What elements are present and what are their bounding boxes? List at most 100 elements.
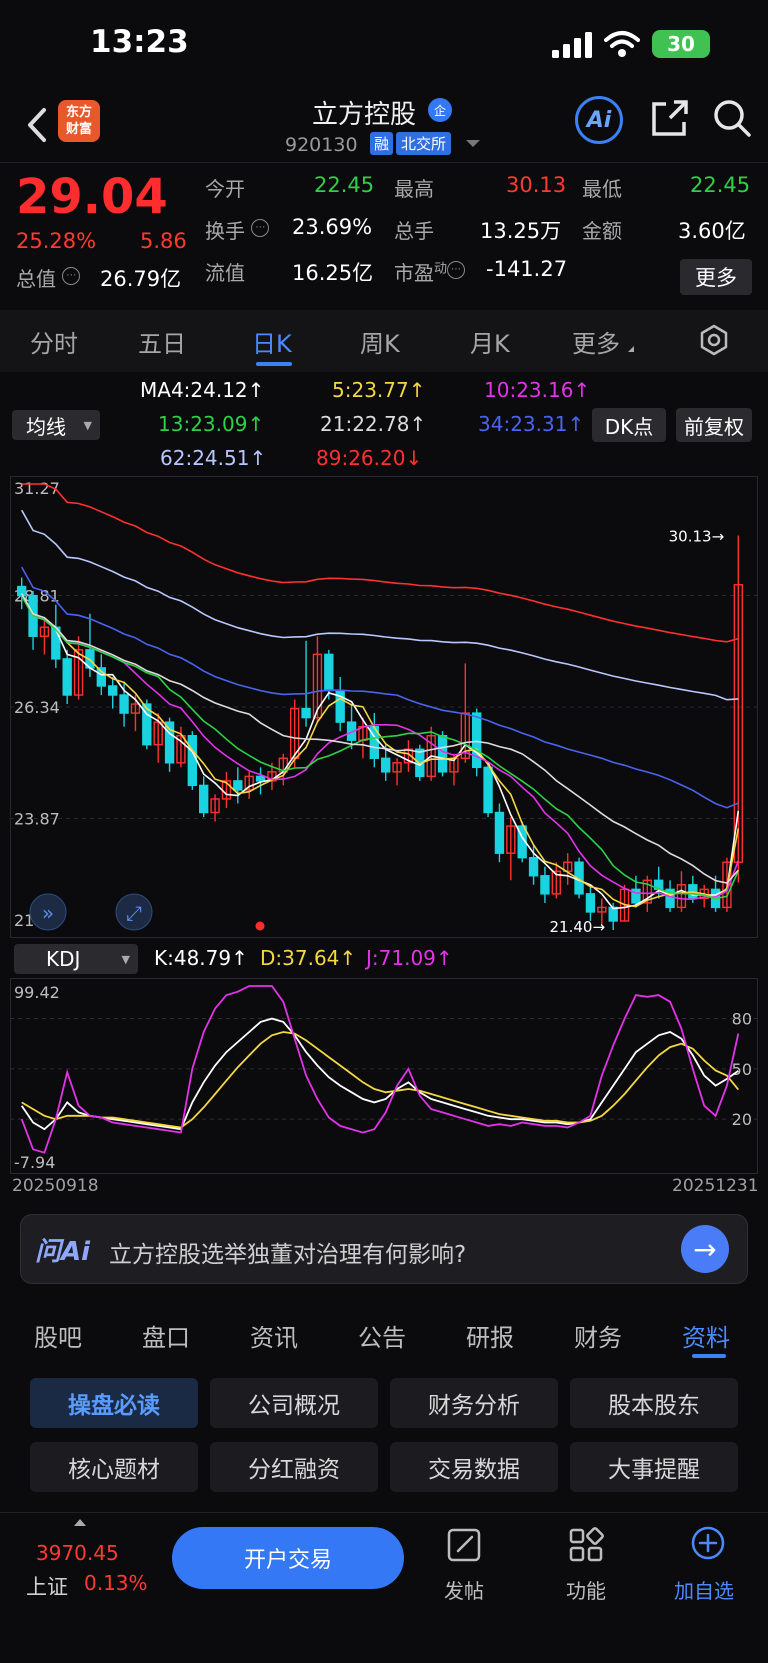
- kdj-legend: KDJ ▼ K:48.79↑ D:37.64↑ J:71.09↑: [0, 942, 768, 976]
- ma-line: [21, 483, 739, 643]
- code-dropdown-icon[interactable]: [466, 140, 480, 147]
- grid-must-read[interactable]: 操盘必读: [30, 1378, 198, 1428]
- grid-events[interactable]: 大事提醒: [570, 1442, 738, 1492]
- tab-news[interactable]: 资讯: [250, 1318, 298, 1353]
- tab-forum[interactable]: 股吧: [34, 1318, 82, 1353]
- grid-financial-analysis[interactable]: 财务分析: [390, 1378, 558, 1428]
- low-value: 22.45: [690, 173, 751, 197]
- stock-name: 立方控股: [312, 100, 417, 130]
- ma-line: [21, 509, 739, 701]
- search-icon[interactable]: [712, 98, 752, 138]
- grid-trade-data[interactable]: 交易数据: [390, 1442, 558, 1492]
- ma-item: 89:26.20↓: [316, 446, 423, 470]
- tab-orderbook[interactable]: 盘口: [142, 1318, 190, 1353]
- candle-body: [233, 780, 243, 791]
- market-cap: 26.79亿: [100, 267, 182, 291]
- change-percent: 25.28%: [16, 229, 97, 253]
- adjust-button[interactable]: 前复权: [676, 408, 752, 442]
- post-label[interactable]: 发帖: [444, 1575, 484, 1604]
- volume-label: 总手: [394, 219, 434, 243]
- tab-more[interactable]: 更多: [572, 324, 620, 359]
- kdj-d-value: D:37.64↑: [260, 946, 357, 970]
- logo-line-2: 财富: [65, 122, 92, 137]
- app-logo[interactable]: 东方 财富: [58, 100, 100, 142]
- indicator-selector[interactable]: KDJ ▼: [14, 944, 138, 974]
- add-watchlist-icon[interactable]: [690, 1525, 726, 1561]
- enterprise-badge-icon: 企: [428, 98, 452, 122]
- index-change[interactable]: 0.13%: [84, 1571, 148, 1595]
- grid-shareholders[interactable]: 股本股东: [570, 1378, 738, 1428]
- ma-item: 10:23.16↑: [484, 378, 591, 402]
- chevrons-right-icon-glyph: »: [42, 901, 54, 925]
- kdj-line: [20, 1017, 739, 1131]
- ma-item: 62:24.51↑: [160, 446, 267, 470]
- kdj-y-tick: 80: [732, 1010, 752, 1029]
- caret-up-icon[interactable]: [74, 1519, 86, 1526]
- tab-announcements[interactable]: 公告: [358, 1318, 406, 1353]
- tab-five-day[interactable]: 五日: [138, 324, 186, 359]
- expand-icon-glyph: ⤢: [126, 901, 142, 925]
- tab-weekly-k[interactable]: 周K: [360, 324, 400, 359]
- function-label[interactable]: 功能: [566, 1575, 606, 1604]
- candle-body: [199, 784, 209, 814]
- ai-button[interactable]: Ai: [575, 96, 623, 144]
- ma-item: 5:23.77↑: [332, 378, 426, 402]
- info-icon[interactable]: ⋯: [251, 219, 270, 238]
- index-value[interactable]: 3970.45: [36, 1541, 119, 1565]
- candle-body: [324, 653, 334, 692]
- gear-icon[interactable]: [698, 324, 730, 356]
- grid-company-overview[interactable]: 公司概况: [210, 1378, 378, 1428]
- kdj-j-value: J:71.09↑: [366, 946, 453, 970]
- y-tick-label: 23.87: [14, 810, 60, 829]
- ma-item: 13:23.09↑: [158, 412, 265, 436]
- ma-line: [21, 595, 740, 908]
- watchlist-label[interactable]: 加自选: [674, 1575, 734, 1604]
- more-quote-button[interactable]: 更多: [680, 259, 752, 295]
- index-name[interactable]: 上证: [26, 1571, 68, 1601]
- candlestick-chart[interactable]: 31.2728.8126.3423.8721.4030.13→21.40→»⤢: [10, 476, 758, 938]
- candle-body: [437, 734, 448, 773]
- candle-body: [62, 658, 72, 696]
- status-time: 13:23: [90, 24, 189, 60]
- ma-item: MA4:24.12↑: [140, 378, 265, 402]
- cellular-signal-icon: [552, 32, 592, 58]
- ai-ask-question[interactable]: 立方控股选举独董对治理有何影响?: [109, 1235, 466, 1269]
- quote-panel: 29.04 25.28% 5.86 总值 ⋯ 26.79亿 今开 22.45 最…: [0, 162, 768, 311]
- info-icon[interactable]: ⋯: [62, 267, 81, 286]
- tab-daily-k[interactable]: 日K: [252, 324, 292, 359]
- high-value: 30.13: [506, 173, 567, 197]
- ma-selector[interactable]: 均线 ▼: [12, 410, 100, 440]
- candle-body: [540, 875, 550, 895]
- candle-body: [483, 766, 493, 814]
- tab-intraday[interactable]: 分时: [30, 324, 78, 359]
- tab-profile[interactable]: 资料: [682, 1318, 730, 1353]
- info-icon[interactable]: ⋯: [447, 261, 466, 280]
- share-icon[interactable]: [650, 98, 690, 138]
- grid-core-themes[interactable]: 核心题材: [30, 1442, 198, 1492]
- kdj-y-tick: 20: [732, 1110, 752, 1129]
- low-label: 最低: [582, 177, 622, 201]
- tab-underline: [256, 362, 292, 366]
- back-arrow-icon[interactable]: [22, 102, 54, 148]
- dk-point-button[interactable]: DK点: [592, 408, 666, 442]
- grid-dividends[interactable]: 分红融资: [210, 1442, 378, 1492]
- float-cap-label: 流值: [205, 261, 245, 285]
- more-corner-icon: [628, 346, 634, 352]
- date-end: 20251231: [672, 1176, 759, 1196]
- arrow-right-icon[interactable]: →: [681, 1225, 729, 1273]
- kdj-y-tick: 99.42: [14, 983, 60, 1002]
- open-account-trade-button[interactable]: 开户交易: [172, 1527, 404, 1589]
- kdj-chart[interactable]: 99.42 80 50 20 -7.94: [10, 978, 758, 1174]
- tab-financials[interactable]: 财务: [574, 1318, 622, 1353]
- tab-monthly-k[interactable]: 月K: [470, 324, 510, 359]
- stock-code: 920130: [285, 134, 358, 156]
- amount-value: 3.60亿: [678, 219, 746, 243]
- candle-body: [301, 707, 311, 719]
- function-grid-icon[interactable]: [568, 1527, 604, 1563]
- amount-label: 金额: [582, 219, 622, 243]
- last-price: 29.04: [16, 169, 168, 225]
- turnover-label: 换手 ⋯: [205, 215, 270, 244]
- ai-ask-bar[interactable]: 问Ai 立方控股选举独董对治理有何影响? →: [20, 1214, 748, 1284]
- post-edit-icon[interactable]: [446, 1527, 482, 1563]
- tab-research[interactable]: 研报: [466, 1318, 514, 1353]
